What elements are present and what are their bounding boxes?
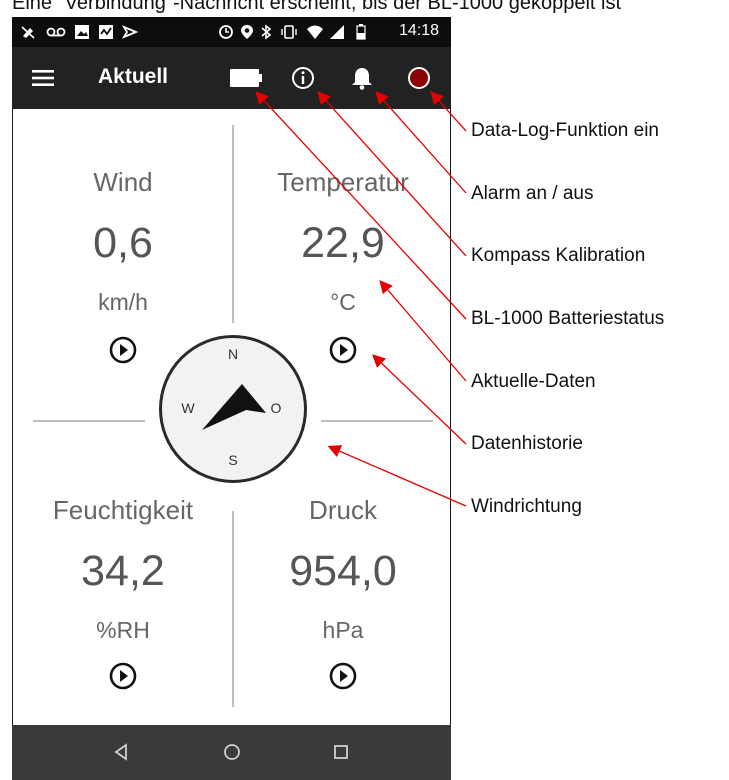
humidity-value: 34,2	[81, 547, 165, 595]
battery-icon[interactable]	[230, 69, 262, 87]
annotation-battery: BL-1000 Batteriestatus	[471, 308, 665, 329]
annotation-compass-calibration: Kompass Kalibration	[471, 245, 646, 266]
wind-direction-arrow-icon	[202, 384, 266, 430]
info-icon[interactable]	[291, 66, 315, 90]
divider-horizontal-left	[33, 420, 145, 422]
divider-vertical-bottom	[232, 511, 234, 707]
temperature-label: Temperatur	[277, 167, 409, 197]
readings-panel: Wind 0,6 km/h Temperatur 22,9 °C Feuchti…	[12, 109, 451, 725]
temperature-unit: °C	[330, 289, 356, 315]
pressure-label: Druck	[309, 495, 377, 525]
app-bar: Aktuell	[12, 47, 451, 109]
instruction-caption: Eine "Verbindung"-Nachricht erscheint, b…	[12, 0, 621, 14]
pressure-unit: hPa	[322, 617, 364, 643]
voicemail-icon	[46, 27, 66, 37]
sync-icon	[219, 25, 233, 39]
muted-icon	[21, 26, 35, 39]
annotation-current-data: Aktuelle-Daten	[471, 371, 596, 392]
annotation-history: Datenhistorie	[471, 433, 583, 454]
bluetooth-icon	[261, 24, 272, 40]
pressure-value: 954,0	[289, 547, 397, 595]
image-icon	[75, 25, 89, 39]
activity-icon	[99, 25, 113, 39]
bell-icon[interactable]	[351, 66, 373, 90]
home-icon[interactable]	[217, 737, 247, 767]
phone-screen: 14:18 Aktuell Wind 0,6 km/h Temperatur 2…	[12, 17, 451, 780]
humidity-unit: %RH	[96, 617, 150, 643]
phone-battery-icon	[356, 24, 366, 40]
humidity-label: Feuchtigkeit	[52, 495, 194, 525]
annotation-wind-direction: Windrichtung	[471, 496, 582, 517]
annotation-alarm: Alarm an / aus	[471, 183, 594, 204]
pressure-history-play-icon[interactable]	[328, 661, 358, 691]
status-bar: 14:18	[12, 17, 451, 47]
page-title: Aktuell	[98, 65, 169, 88]
send-icon	[122, 25, 138, 39]
temperature-value: 22,9	[301, 219, 385, 267]
humidity-history-play-icon[interactable]	[108, 661, 138, 691]
wind-unit: km/h	[98, 289, 148, 315]
back-icon[interactable]	[106, 737, 136, 767]
divider-horizontal-right	[321, 420, 433, 422]
wind-compass: N O S W	[159, 335, 307, 483]
recents-icon[interactable]	[326, 737, 356, 767]
wifi-icon	[307, 25, 323, 39]
clock: 14:18	[398, 22, 439, 39]
location-icon	[241, 25, 253, 39]
nav-bar	[12, 725, 451, 780]
wind-history-play-icon[interactable]	[108, 335, 138, 365]
menu-icon[interactable]	[32, 69, 54, 87]
wind-value: 0,6	[93, 219, 153, 267]
record-icon[interactable]	[407, 66, 431, 90]
wind-label: Wind	[93, 167, 153, 197]
temperature-history-play-icon[interactable]	[328, 335, 358, 365]
annotation-data-log: Data-Log-Funktion ein	[471, 120, 659, 141]
signal-icon	[330, 25, 344, 39]
vibrate-icon	[281, 25, 297, 39]
